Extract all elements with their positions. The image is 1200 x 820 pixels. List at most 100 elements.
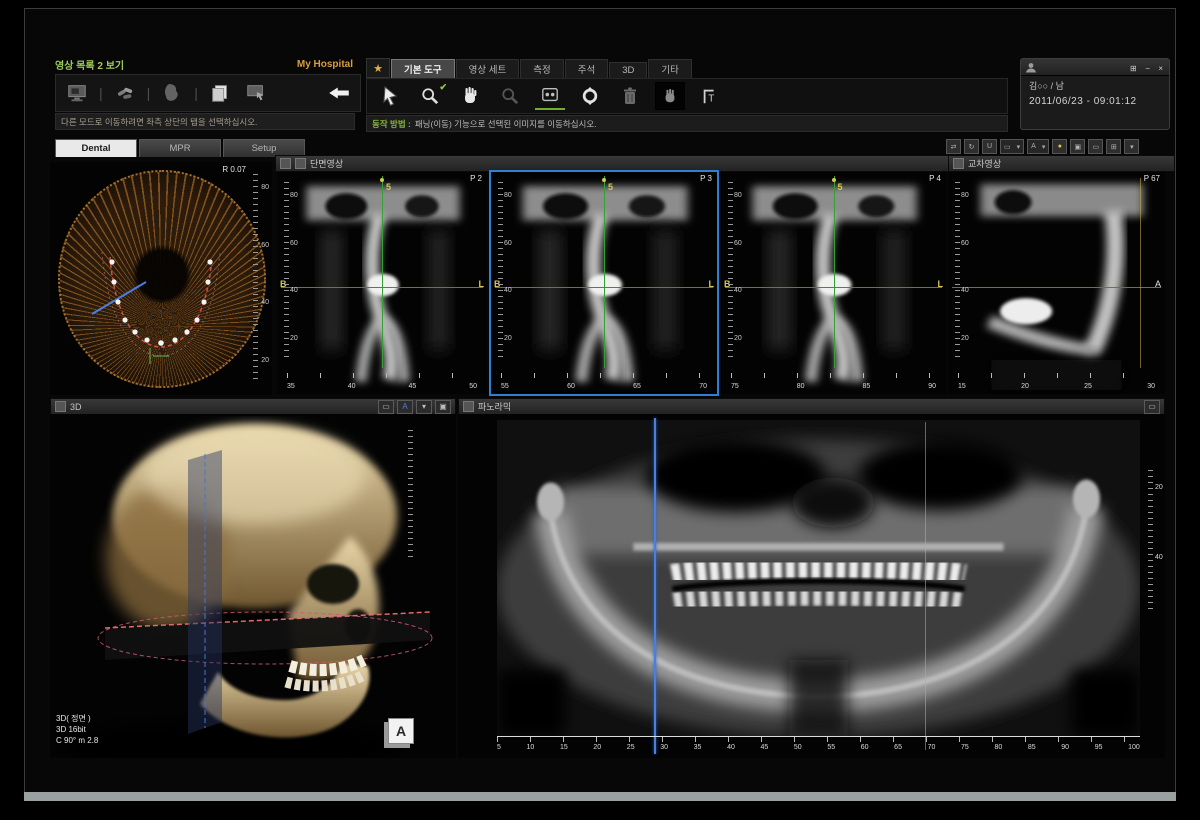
crosshair-vertical[interactable]: [834, 176, 835, 368]
ruler-number: 90: [928, 383, 936, 390]
crosshair-horizontal[interactable]: [281, 287, 483, 288]
pin-button[interactable]: ⊞: [1128, 64, 1139, 73]
ruler-number: 80: [734, 192, 742, 199]
expand-view-button[interactable]: ⊞: [1106, 139, 1121, 154]
panoramic-header: 파노라믹 ▭: [458, 398, 1165, 415]
close-button[interactable]: ×: [1156, 64, 1165, 73]
reset-view-button[interactable]: ↻: [964, 139, 979, 154]
ruler-number: 30: [660, 744, 668, 751]
ruler-number: 30: [1147, 383, 1155, 390]
layout-select[interactable]: ▭ ▾: [1000, 139, 1024, 154]
anterior-label: A: [1155, 279, 1161, 289]
ruler-number: 80: [797, 383, 805, 390]
ruler-number: 60: [290, 240, 298, 247]
tooth-number-label: 5: [838, 182, 843, 192]
threeD-viewport[interactable]: 3D( 정면 ) 3D 16bit C 90° m 2.8 A: [50, 414, 456, 758]
arch-overlay: [50, 162, 272, 395]
crosshair-horizontal[interactable]: [495, 287, 713, 288]
patient-icon: [1025, 62, 1037, 73]
dropdown-button[interactable]: ▾: [416, 400, 432, 414]
ruler-number: 60: [961, 240, 969, 247]
ruler-number: 45: [760, 744, 768, 751]
ruler-number: 80: [504, 192, 512, 199]
ruler-number: 75: [961, 744, 969, 751]
layout-button[interactable]: ▭: [378, 400, 394, 414]
crosshair-horizontal[interactable]: [725, 287, 942, 288]
viewer-layout-button[interactable]: [60, 79, 94, 107]
orientation-cube[interactable]: A: [388, 718, 414, 744]
cross-viewport-3[interactable]: 5 B L P 4 80 60 40 20 75 80 85 90: [721, 172, 946, 394]
ruler-number: 20: [1021, 383, 1029, 390]
crosshair-vertical[interactable]: [604, 176, 605, 368]
ruler-number: 55: [827, 744, 835, 751]
left-status-bar: 다른 모드로 이동하려면 좌측 상단의 탭을 선택하십시오.: [55, 113, 355, 130]
measure-text-button[interactable]: T: [695, 82, 725, 110]
ruler-number: 20: [961, 335, 969, 342]
pan-hand-button[interactable]: [455, 82, 485, 110]
ribbon-tab-measure[interactable]: 측정: [520, 59, 563, 78]
panoramic-ruler-ticks: [497, 736, 1140, 742]
panoramic-header-buttons: ▭: [1144, 400, 1160, 414]
tab-mpr[interactable]: MPR: [139, 139, 221, 157]
panoramic-title: 파노라믹: [478, 400, 511, 413]
ruler-number: 60: [261, 242, 269, 249]
panoramic-viewport[interactable]: 5 10 15 20 25 30 35 40 45 50 55 60 65 70…: [458, 414, 1165, 758]
more-options-button[interactable]: ▾: [1124, 139, 1139, 154]
crosshair-horizontal[interactable]: [952, 287, 1161, 288]
cross-viewport-2-selected[interactable]: 5 B L P 3 80 60 40 20 55 60 65 70: [489, 170, 719, 396]
back-button[interactable]: [322, 79, 356, 107]
ruler-number: 70: [928, 744, 936, 751]
ribbon-tab-basic-tools[interactable]: 기본 도구: [391, 59, 455, 78]
tab-dental[interactable]: Dental: [55, 139, 137, 157]
layout-button[interactable]: ▭: [1144, 400, 1160, 414]
grid-button[interactable]: ▣: [435, 400, 451, 414]
threeD-header: 3D ▭ A ▾ ▣: [50, 398, 456, 415]
rotate-3d-button[interactable]: [575, 82, 605, 110]
ruler-number: 35: [694, 744, 702, 751]
ribbon-tab-annotation[interactable]: 주석: [565, 59, 608, 78]
sagittal-viewport[interactable]: P 67 A 80 60 40 20 15 20 25 30: [948, 172, 1165, 394]
film-view-button[interactable]: [535, 82, 565, 110]
cross-viewport-1[interactable]: 5 B L P 2 80 60 40 20 35 40 45 50: [277, 172, 487, 394]
bottom-ruler-numbers: 75 80 85 90: [731, 383, 936, 390]
ribbon-tab-etc[interactable]: 기타: [648, 59, 691, 78]
reference-line-vertical[interactable]: [1140, 178, 1141, 368]
grab-tool-button[interactable]: [655, 82, 685, 110]
patient-info-box: ⊞ − × 김○○ / 남 2011/06/23 - 09:01:12: [1020, 58, 1170, 130]
export-button[interactable]: [239, 79, 273, 107]
zoom-region-button-disabled[interactable]: [495, 82, 525, 110]
favorites-star-icon[interactable]: ★: [366, 58, 390, 78]
crosshair-vertical[interactable]: [382, 176, 383, 368]
divider: |: [144, 85, 154, 101]
ruler-number: 20: [734, 335, 742, 342]
delete-button[interactable]: [615, 82, 645, 110]
link-views-button[interactable]: ⇄: [946, 139, 961, 154]
implant-tools-button[interactable]: [108, 79, 142, 107]
select-cursor-button[interactable]: [375, 82, 405, 110]
filter-select[interactable]: A ▾: [1027, 139, 1049, 154]
threeD-header-buttons: ▭ A ▾ ▣: [378, 400, 451, 414]
skull-render: [50, 416, 456, 758]
sagittal-slice-image: [948, 172, 1165, 394]
ribbon: ★ 기본 도구 영상 세트 측정 주석 3D 기타 ✔: [366, 58, 1008, 132]
annotation-button[interactable]: A: [397, 400, 413, 414]
region-report-button[interactable]: [155, 79, 189, 107]
threeD-side-ruler: [408, 430, 413, 560]
minimize-button[interactable]: −: [1143, 64, 1152, 73]
threeD-overlay-info: 3D( 정면 ) 3D 16bit C 90° m 2.8: [56, 713, 98, 746]
ribbon-tab-3d[interactable]: 3D: [609, 62, 647, 78]
reference-line-yellow[interactable]: [925, 422, 926, 750]
ruler-number: 25: [627, 744, 635, 751]
single-view-button[interactable]: ▭: [1088, 139, 1103, 154]
axial-arch-viewport[interactable]: R 0.07 80 60 40 20: [50, 162, 272, 395]
undo-button[interactable]: U: [982, 139, 997, 154]
ribbon-tab-image-set[interactable]: 영상 세트: [456, 59, 520, 78]
zoom-tool-button[interactable]: ✔: [415, 82, 445, 110]
highlight-toggle-button[interactable]: ●: [1052, 139, 1067, 154]
capture-copy-button[interactable]: [203, 79, 237, 107]
app-title: 영상 목록 2 보기: [55, 57, 124, 72]
panoramic-cursor-line[interactable]: [654, 418, 656, 754]
copy-pages-icon: [209, 82, 231, 104]
patient-box-header: ⊞ − ×: [1021, 59, 1169, 76]
grid-toggle-button[interactable]: ▣: [1070, 139, 1085, 154]
